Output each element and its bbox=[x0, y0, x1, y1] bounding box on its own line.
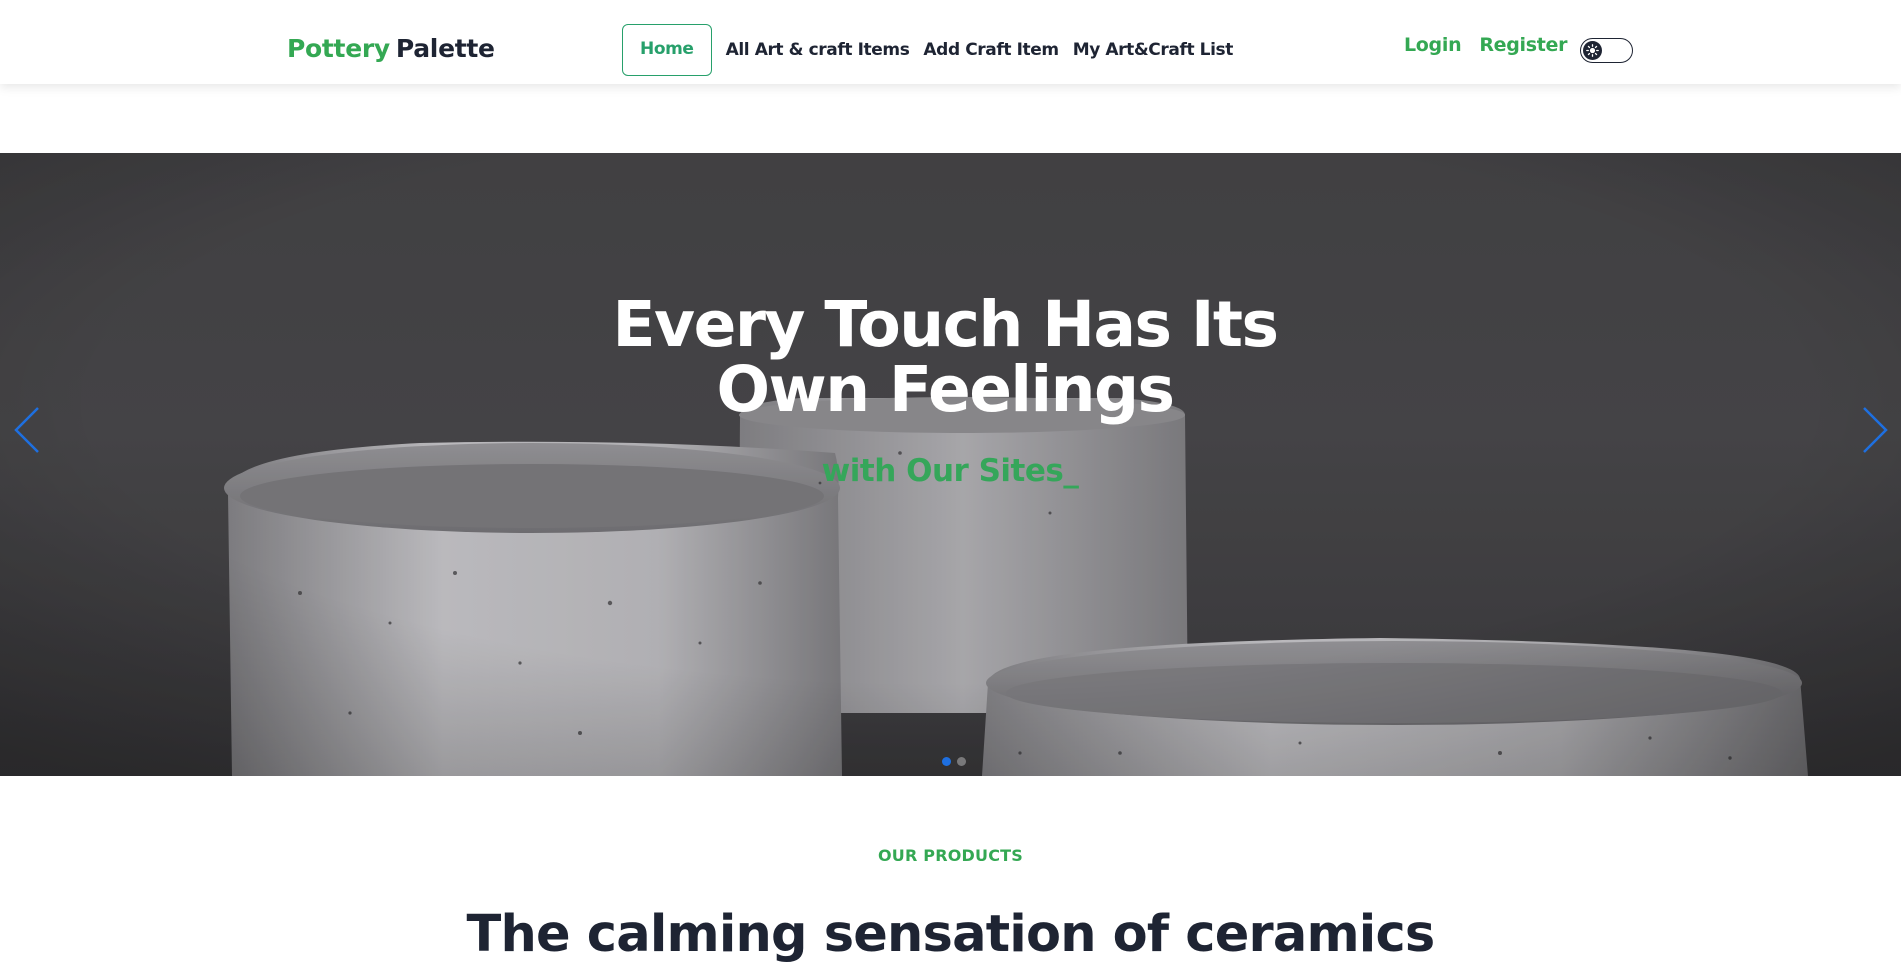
nav-link-home[interactable]: Home bbox=[622, 24, 712, 76]
products-eyebrow: OUR PRODUCTS bbox=[878, 846, 1023, 865]
auth-links: Login Register bbox=[1404, 34, 1585, 56]
logo-part-pottery: Pottery bbox=[287, 34, 390, 63]
nav-link-all-items[interactable]: All Art & craft Items bbox=[726, 40, 910, 60]
hero-title-line2: Own Feelings bbox=[716, 353, 1175, 426]
logo-part-palette: Palette bbox=[395, 34, 495, 63]
carousel-next-button[interactable] bbox=[1860, 405, 1890, 455]
register-link[interactable]: Register bbox=[1479, 34, 1567, 56]
hero-carousel: Every Touch Has Its Own Feelings with Ou… bbox=[0, 153, 1901, 776]
hero-title-line1: Every Touch Has Its bbox=[612, 288, 1280, 361]
products-title: The calming sensation of ceramics bbox=[466, 905, 1436, 964]
site-logo[interactable]: Pottery Palette bbox=[287, 32, 495, 66]
navbar: Pottery Palette Home All Art & craft Item… bbox=[0, 0, 1901, 84]
theme-toggle-knob bbox=[1583, 41, 1602, 60]
nav-link-my-list[interactable]: My Art&Craft List bbox=[1073, 40, 1234, 60]
login-link[interactable]: Login bbox=[1404, 34, 1462, 56]
nav-link-add-craft[interactable]: Add Craft Item bbox=[923, 40, 1059, 60]
carousel-dot-2[interactable] bbox=[957, 757, 966, 766]
theme-toggle[interactable] bbox=[1580, 38, 1633, 63]
sun-icon bbox=[1586, 44, 1599, 57]
carousel-pagination bbox=[942, 757, 966, 766]
carousel-dot-1[interactable] bbox=[942, 757, 951, 766]
main-nav: Home All Art & craft Items Add Craft Ite… bbox=[622, 24, 1247, 76]
chevron-left-icon bbox=[14, 407, 39, 453]
hero-subtitle: with Our Sites_ bbox=[821, 453, 1079, 489]
hero-title: Every Touch Has Its Own Feelings bbox=[0, 292, 1890, 422]
carousel-prev-button[interactable] bbox=[12, 405, 42, 455]
chevron-right-icon bbox=[1863, 407, 1888, 453]
